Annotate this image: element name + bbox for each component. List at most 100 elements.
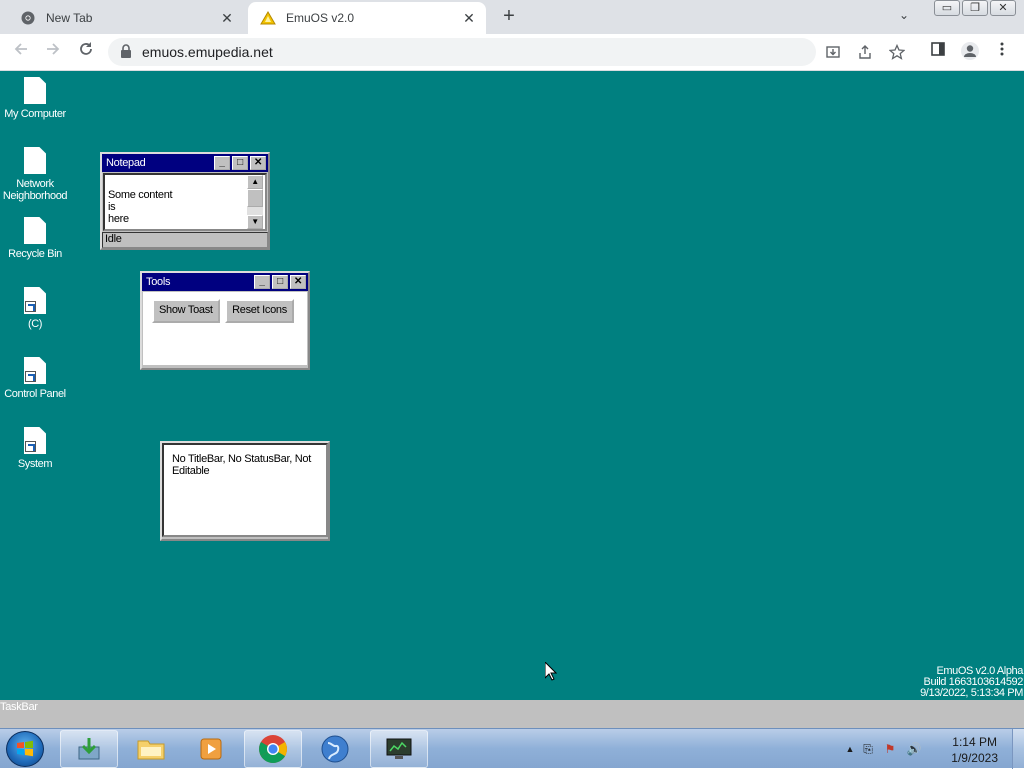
taskbar-download-manager[interactable] xyxy=(60,730,118,768)
taskbar-chrome[interactable] xyxy=(244,730,302,768)
show-toast-button[interactable]: Show Toast xyxy=(152,299,220,323)
clock-time: 1:14 PM xyxy=(952,735,997,749)
text-line: is xyxy=(108,201,116,213)
notepad-textarea[interactable]: Some content is here ▲ ▼ xyxy=(103,173,267,231)
show-hidden-icons-icon[interactable]: ▲ xyxy=(842,741,858,757)
desktop-icon-my-computer[interactable]: My Computer xyxy=(0,77,70,120)
monitor-icon xyxy=(386,738,412,759)
network-icon[interactable]: ⎘ xyxy=(860,741,876,757)
taskbar-globe[interactable] xyxy=(306,730,364,768)
chrome-icon xyxy=(259,735,287,763)
desktop-icon-label: (C) xyxy=(27,318,43,330)
build-date: 9/13/2022, 5:13:34 PM xyxy=(920,687,1023,699)
new-tab-button[interactable]: + xyxy=(498,6,520,28)
taskbar-media-player[interactable] xyxy=(182,730,240,768)
share-icon[interactable] xyxy=(854,44,876,66)
reload-icon[interactable] xyxy=(74,41,98,65)
download-manager-icon xyxy=(78,738,100,760)
taskbar-file-explorer[interactable] xyxy=(122,730,180,768)
reset-icons-button[interactable]: Reset Icons xyxy=(225,299,294,323)
desktop-icon-system[interactable]: System xyxy=(0,427,70,470)
tools-content: Show Toast Reset Icons xyxy=(142,291,308,366)
desktop-icon-label: Recycle Bin xyxy=(8,248,62,260)
taskbar-monitor-app[interactable] xyxy=(370,730,428,768)
mouse-cursor-icon xyxy=(545,662,557,681)
start-button[interactable] xyxy=(6,731,44,767)
file-icon xyxy=(24,217,46,244)
address-bar[interactable]: emuos.emupedia.net xyxy=(108,38,906,66)
notepad-window[interactable]: Notepad _ □ ✕ Some content is here ▲ ▼ I… xyxy=(100,152,270,250)
window-titlebar[interactable]: Tools _ □ ✕ xyxy=(142,273,308,291)
tab-emuos[interactable]: EmuOS v2.0 ✕ xyxy=(248,2,486,34)
show-desktop-button[interactable] xyxy=(1012,729,1024,769)
close-icon[interactable]: ✕ xyxy=(290,275,306,289)
close-tab-icon[interactable]: ✕ xyxy=(218,9,236,27)
close-icon[interactable]: ✕ xyxy=(250,156,266,170)
profile-icon[interactable] xyxy=(958,41,982,65)
taskbar-label: TaskBar xyxy=(0,701,38,713)
star-icon[interactable] xyxy=(886,43,908,66)
window-controls: ▭ ❐ ✕ xyxy=(932,0,1016,16)
status-bar: Idle xyxy=(102,232,268,248)
text-line: Some content xyxy=(108,189,173,201)
close-tab-icon[interactable]: ✕ xyxy=(460,9,478,27)
plain-window-text: No TitleBar, No StatusBar, Not Editable xyxy=(162,443,328,537)
maximize-icon[interactable]: □ xyxy=(232,156,248,170)
maximize-icon[interactable]: □ xyxy=(272,275,288,289)
emuos-taskbar[interactable]: TaskBar xyxy=(0,700,1024,728)
desktop-icon-c-drive[interactable]: (C) xyxy=(0,287,70,330)
chrome-icon xyxy=(20,10,36,26)
plain-window[interactable]: No TitleBar, No StatusBar, Not Editable xyxy=(160,441,330,541)
restore-window-button[interactable]: ❐ xyxy=(962,0,988,16)
version-info: EmuOS v2.0 Alpha Build 1663103614592 9/1… xyxy=(920,666,1023,699)
text-line: here xyxy=(108,213,129,225)
forward-arrow-icon[interactable] xyxy=(41,41,65,65)
taskbar-clock[interactable]: 1:14 PM 1/9/2023 xyxy=(951,734,998,766)
scroll-down-icon[interactable]: ▼ xyxy=(247,215,263,229)
scroll-thumb[interactable] xyxy=(247,189,263,207)
desktop-icon-recycle-bin[interactable]: Recycle Bin xyxy=(0,217,70,260)
minimize-icon[interactable]: _ xyxy=(214,156,230,170)
tools-window[interactable]: Tools _ □ ✕ Show Toast Reset Icons xyxy=(140,271,310,370)
shortcut-file-icon xyxy=(24,357,46,384)
kebab-menu-icon[interactable] xyxy=(990,41,1014,65)
clock-date: 1/9/2023 xyxy=(951,751,998,765)
back-arrow-icon[interactable] xyxy=(9,41,33,65)
shortcut-file-icon xyxy=(24,287,46,314)
browser-tab-strip: New Tab ✕ EmuOS v2.0 ✕ + ⌄ ▭ ❐ ✕ xyxy=(0,0,1024,34)
side-panel-icon[interactable] xyxy=(926,41,950,65)
globe-icon xyxy=(321,735,349,763)
address-url: emuos.emupedia.net xyxy=(142,44,273,60)
emuos-desktop[interactable]: My Computer Network Neighborhood Recycle… xyxy=(0,71,1024,700)
shortcut-file-icon xyxy=(24,427,46,454)
browser-toolbar: emuos.emupedia.net xyxy=(0,34,1024,71)
volume-icon[interactable]: 🔊 xyxy=(906,741,922,757)
scroll-up-icon[interactable]: ▲ xyxy=(247,175,263,189)
minimize-icon[interactable]: _ xyxy=(254,275,270,289)
window-titlebar[interactable]: Notepad _ □ ✕ xyxy=(102,154,268,172)
window-title: Tools xyxy=(146,276,171,288)
tab-new-tab[interactable]: New Tab ✕ xyxy=(8,2,244,34)
vertical-scrollbar[interactable]: ▲ ▼ xyxy=(247,175,263,229)
install-app-icon[interactable] xyxy=(822,44,844,66)
file-icon xyxy=(24,77,46,104)
tab-title: EmuOS v2.0 xyxy=(286,11,355,25)
system-tray: ▲ ⎘ ⚑ 🔊 1:14 PM 1/9/2023 xyxy=(834,729,1024,769)
desktop-icon-label: Control Panel xyxy=(4,388,66,400)
close-window-button[interactable]: ✕ xyxy=(990,0,1016,16)
emuos-logo-icon xyxy=(260,10,276,26)
desktop-icon-label: Network Neighborhood xyxy=(2,178,68,202)
media-player-icon xyxy=(200,738,222,760)
file-icon xyxy=(24,147,46,174)
lock-icon xyxy=(120,44,136,60)
window-title: Notepad xyxy=(106,157,146,169)
desktop-icon-label: My Computer xyxy=(4,108,66,120)
windows-taskbar: ▲ ⎘ ⚑ 🔊 1:14 PM 1/9/2023 xyxy=(0,728,1024,769)
action-center-flag-icon[interactable]: ⚑ xyxy=(882,741,898,757)
minimize-window-button[interactable]: ▭ xyxy=(934,0,960,16)
desktop-icon-network-neighborhood[interactable]: Network Neighborhood xyxy=(0,147,70,202)
windows-logo-icon xyxy=(17,740,33,757)
tab-search-icon[interactable]: ⌄ xyxy=(894,8,914,26)
tab-title: New Tab xyxy=(46,11,93,25)
desktop-icon-control-panel[interactable]: Control Panel xyxy=(0,357,70,400)
